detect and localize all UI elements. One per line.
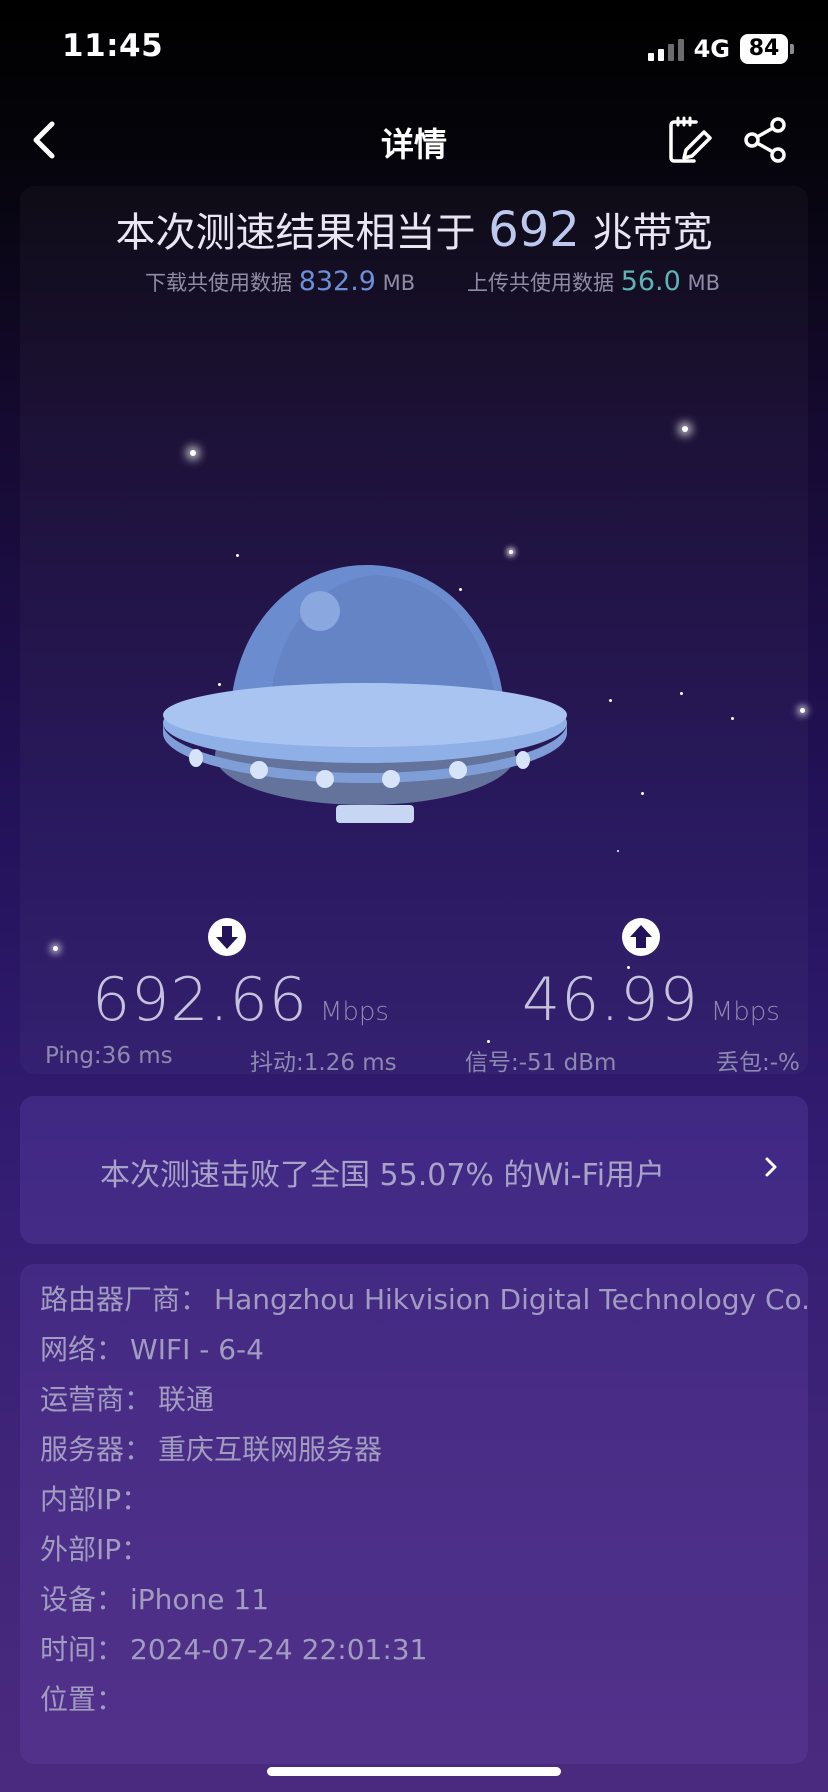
ranking-text: 本次测速击败了全国 55.07% 的Wi-Fi用户 (100, 1158, 666, 1193)
download-speed-unit: Mbps (319, 997, 389, 1027)
status-indicators: 4G 84 (647, 34, 794, 64)
router-vendor-row: 路由器厂商： Hangzhou Hikvision Digital Technol… (40, 1278, 808, 1318)
upload-usage-unit: MB (687, 271, 721, 295)
download-usage-label: 下载共使用数据 (145, 271, 292, 295)
share-button[interactable] (740, 114, 792, 166)
chevron-right-icon (765, 1157, 777, 1177)
carrier-value: 联通 (158, 1383, 215, 1416)
router-vendor-value: Hangzhou Hikvision Digital Technology Co… (214, 1283, 808, 1316)
download-arrow-icon (208, 918, 246, 956)
upload-usage: 上传共使用数据 56.0 MB (467, 266, 720, 297)
headline-suffix: 兆带宽 (592, 210, 713, 256)
star-icon (641, 792, 644, 795)
location-label: 位置： (40, 1683, 125, 1716)
time-label: 时间： (40, 1633, 125, 1666)
server-row: 服务器： 重庆互联网服务器 (40, 1428, 382, 1468)
star-icon (609, 699, 612, 702)
time-value: 2024-07-24 22:01:31 (130, 1633, 428, 1666)
edit-note-button[interactable] (664, 114, 716, 166)
server-value: 重庆互联网服务器 (158, 1433, 383, 1466)
star-icon (682, 426, 688, 432)
star-icon (800, 708, 805, 713)
device-row: 设备： iPhone 11 (40, 1578, 269, 1618)
download-usage-value: 832.9 (298, 266, 376, 297)
network-value: WIFI - 6-4 (130, 1333, 264, 1366)
network-label: 网络： (40, 1333, 125, 1366)
time-row: 时间： 2024-07-24 22:01:31 (40, 1628, 427, 1668)
upload-usage-value: 56.0 (620, 266, 681, 297)
star-icon (617, 850, 619, 852)
external-ip-row: 外部IP： (40, 1528, 149, 1568)
battery-icon: 84 (740, 34, 794, 64)
download-usage-unit: MB (382, 271, 416, 295)
upload-usage-label: 上传共使用数据 (467, 271, 614, 295)
ufo-illustration (163, 565, 567, 823)
download-usage: 下载共使用数据 832.9 MB (145, 266, 415, 297)
internal-ip-label: 内部IP： (40, 1483, 150, 1516)
server-label: 服务器： (40, 1433, 153, 1466)
upload-arrow-icon (622, 918, 660, 956)
details-card: 路由器厂商： Hangzhou Hikvision Digital Technol… (20, 1264, 808, 1764)
ranking-card[interactable]: 本次测速击败了全国 55.07% 的Wi-Fi用户 (20, 1096, 808, 1244)
device-value: iPhone 11 (130, 1583, 270, 1616)
share-icon (744, 117, 786, 163)
download-speed-value: 692.66 (92, 965, 308, 1035)
cellular-signal-icon (647, 37, 684, 61)
nav-bar: 详情 (0, 100, 828, 180)
battery-level: 84 (740, 34, 788, 64)
router-vendor-label: 路由器厂商： (40, 1283, 209, 1316)
star-icon (509, 550, 513, 554)
network-type: 4G (693, 35, 730, 63)
carrier-label: 运营商： (40, 1383, 153, 1416)
star-icon (680, 692, 683, 695)
home-indicator[interactable] (267, 1767, 561, 1776)
star-icon (53, 946, 58, 951)
status-time: 11:45 (62, 28, 164, 64)
ping-metric: Ping:36 ms (45, 1043, 173, 1069)
device-label: 设备： (40, 1583, 125, 1616)
upload-speed-value: 46.99 (522, 965, 699, 1035)
bandwidth-value: 692 (488, 202, 580, 258)
upload-speed-unit: Mbps (710, 997, 780, 1027)
upload-speed: 46.99 Mbps (522, 965, 780, 1035)
star-icon (190, 450, 196, 456)
location-row: 位置： (40, 1678, 124, 1718)
bandwidth-headline: 本次测速结果相当于 692 兆带宽 (0, 200, 828, 258)
packet-loss-metric: 丢包:-% (716, 1050, 800, 1076)
external-ip-label: 外部IP： (40, 1533, 150, 1566)
internal-ip-row: 内部IP： (40, 1478, 149, 1518)
edit-note-icon (669, 116, 712, 163)
headline-prefix: 本次测速结果相当于 (115, 210, 476, 256)
carrier-row: 运营商： 联通 (40, 1378, 214, 1418)
signal-metric: 信号:-51 dBm (465, 1050, 617, 1076)
network-row: 网络： WIFI - 6-4 (40, 1328, 264, 1368)
star-icon (731, 717, 734, 720)
download-speed: 692.66 Mbps (92, 965, 389, 1035)
jitter-metric: 抖动:1.26 ms (250, 1050, 397, 1076)
